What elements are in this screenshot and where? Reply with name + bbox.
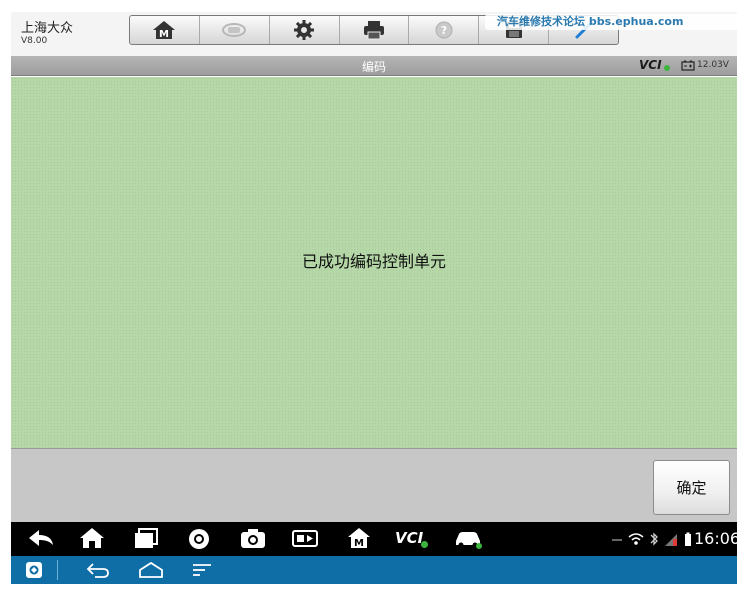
vci-status-label: VCI	[639, 58, 662, 72]
gear-icon	[294, 20, 315, 40]
camera-icon[interactable]	[239, 527, 267, 549]
signal-icon	[665, 534, 678, 546]
wifi-icon	[628, 533, 644, 545]
nav-divider	[57, 560, 58, 580]
footer-bar: 确定	[11, 448, 737, 522]
android-system-bar: M VCI 16:06	[11, 522, 741, 556]
car-icon[interactable]	[453, 527, 483, 549]
screenshot-icon[interactable]	[291, 527, 319, 549]
nav-back-icon[interactable]	[85, 561, 111, 579]
settings-button[interactable]	[270, 16, 340, 44]
nav-menu-icon[interactable]	[191, 562, 213, 578]
vehicle-swap-icon	[222, 23, 247, 37]
confirm-button[interactable]: 确定	[653, 460, 730, 515]
vci-app-connected-icon	[421, 541, 428, 548]
app-title: 上海大众	[21, 21, 74, 36]
result-message: 已成功编码控制单元	[301, 252, 446, 271]
vehicle-swap-button[interactable]	[200, 16, 270, 44]
svg-text:M: M	[159, 29, 169, 40]
print-button[interactable]	[340, 16, 410, 44]
vci-app-label[interactable]: VCI	[395, 529, 423, 547]
system-clock: 16:06	[694, 529, 741, 548]
bottom-nav-bar	[11, 556, 737, 584]
home-icon[interactable]	[79, 527, 105, 549]
bluetooth-icon	[650, 532, 659, 546]
home-m-icon: M	[153, 21, 176, 40]
chrome-icon[interactable]	[187, 527, 211, 551]
minus-icon	[612, 539, 622, 541]
nav-home-icon[interactable]	[137, 561, 165, 579]
svg-text:M: M	[354, 538, 364, 549]
maxisys-home-icon[interactable]: M	[347, 527, 371, 549]
svg-text:?: ?	[441, 24, 447, 37]
battery-icon	[681, 60, 695, 71]
forum-watermark: 汽车维修技术论坛 bbs.ephua.com	[485, 14, 743, 30]
battery-status-icon	[685, 532, 692, 546]
back-arrow-icon[interactable]	[27, 527, 55, 549]
recent-apps-icon[interactable]	[133, 527, 159, 549]
battery-voltage: 12.03V	[697, 60, 729, 70]
help-button[interactable]: ?	[409, 16, 480, 44]
printer-icon	[364, 21, 384, 40]
remote-support-icon[interactable]	[25, 561, 43, 579]
vci-connected-icon	[664, 65, 670, 71]
help-icon: ?	[435, 21, 453, 39]
page-title: 编码	[361, 60, 386, 74]
title-bar: 编码 VCI 12.03V	[11, 56, 737, 76]
status-icons	[611, 531, 693, 551]
app-version: V8.00	[21, 36, 48, 46]
content-area: 已成功编码控制单元	[11, 77, 737, 448]
home-button[interactable]: M	[130, 16, 200, 44]
